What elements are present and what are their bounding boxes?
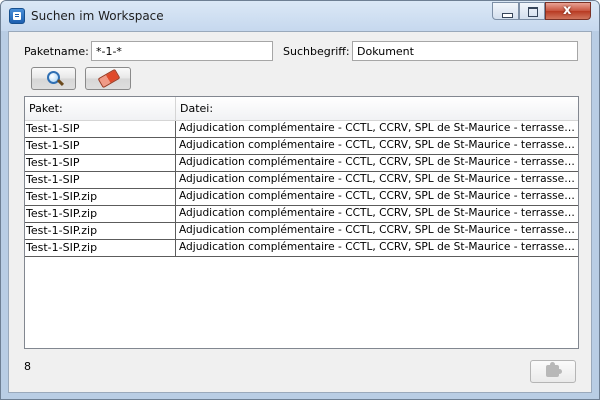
eraser-icon	[97, 68, 121, 89]
file-cell: Adjudication complémentaire - CCTL, CCRV…	[179, 241, 576, 253]
file-cell: Adjudication complémentaire - CCTL, CCRV…	[179, 207, 576, 219]
minimize-icon	[502, 13, 513, 18]
package-cell: Test-1-SIP.zip	[25, 206, 176, 222]
results-table[interactable]: Paket: Datei: Test-1-SIP Adjudication co…	[24, 96, 579, 349]
puzzle-icon	[546, 362, 562, 377]
table-row[interactable]: Test-1-SIP.zip Adjudication complémentai…	[25, 206, 578, 223]
app-icon	[9, 8, 25, 24]
plugin-button[interactable]	[530, 360, 576, 383]
maximize-button[interactable]	[519, 2, 545, 20]
search-term-label: Suchbegriff:	[283, 45, 350, 58]
package-cell: Test-1-SIP.zip	[25, 223, 176, 239]
package-cell: Test-1-SIP	[25, 138, 176, 154]
package-name-input[interactable]	[91, 41, 273, 61]
table-row[interactable]: Test-1-SIP.zip Adjudication complémentai…	[25, 189, 578, 206]
search-term-input[interactable]	[352, 41, 578, 61]
file-cell: Adjudication complémentaire - CCTL, CCRV…	[179, 173, 576, 185]
file-cell: Adjudication complémentaire - CCTL, CCRV…	[179, 190, 576, 202]
table-body: Test-1-SIP Adjudication complémentaire -…	[25, 121, 578, 257]
table-row[interactable]: Test-1-SIP Adjudication complémentaire -…	[25, 155, 578, 172]
close-icon: x	[563, 3, 572, 18]
table-row[interactable]: Test-1-SIP Adjudication complémentaire -…	[25, 172, 578, 189]
column-header-package[interactable]: Paket:	[25, 97, 176, 120]
minimize-button[interactable]	[492, 2, 519, 20]
table-row[interactable]: Test-1-SIP.zip Adjudication complémentai…	[25, 223, 578, 240]
file-cell: Adjudication complémentaire - CCTL, CCRV…	[179, 122, 576, 134]
package-name-label: Paketname:	[24, 45, 89, 58]
file-cell: Adjudication complémentaire - CCTL, CCRV…	[179, 224, 576, 236]
close-button[interactable]: x	[545, 2, 591, 20]
file-cell: Adjudication complémentaire - CCTL, CCRV…	[179, 156, 576, 168]
main-window: Suchen im Workspace x Paketname: Suchbeg…	[0, 0, 600, 400]
title-bar[interactable]: Suchen im Workspace x	[1, 1, 599, 31]
package-cell: Test-1-SIP.zip	[25, 240, 176, 256]
package-cell: Test-1-SIP	[25, 155, 176, 171]
column-header-file[interactable]: Datei:	[176, 97, 578, 120]
maximize-icon	[528, 7, 538, 17]
window-title: Suchen im Workspace	[31, 9, 164, 23]
dialog-client-area: Paketname: Suchbegriff: Paket: Datei: Te…	[8, 31, 592, 393]
package-cell: Test-1-SIP	[25, 172, 176, 188]
clear-button[interactable]	[85, 67, 131, 90]
table-row[interactable]: Test-1-SIP Adjudication complémentaire -…	[25, 138, 578, 155]
table-row[interactable]: Test-1-SIP Adjudication complémentaire -…	[25, 121, 578, 138]
package-cell: Test-1-SIP	[25, 121, 176, 137]
package-cell: Test-1-SIP.zip	[25, 189, 176, 205]
search-button[interactable]	[31, 67, 76, 90]
result-count: 8	[24, 360, 31, 373]
table-header: Paket: Datei:	[25, 97, 578, 121]
table-row[interactable]: Test-1-SIP.zip Adjudication complémentai…	[25, 240, 578, 257]
file-cell: Adjudication complémentaire - CCTL, CCRV…	[179, 139, 576, 151]
